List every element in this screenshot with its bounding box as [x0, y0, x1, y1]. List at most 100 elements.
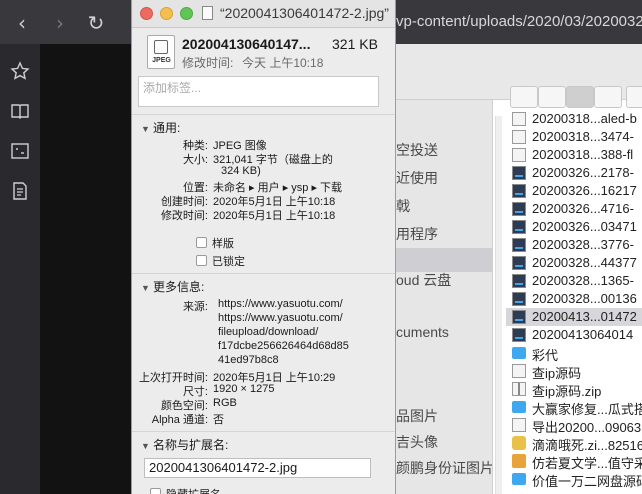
disclosure-triangle-icon[interactable]: ▼ [141, 283, 153, 293]
icon-view-button[interactable] [510, 86, 538, 108]
view-mode-control[interactable] [510, 86, 642, 108]
document-file-icon [512, 148, 526, 162]
file-row[interactable]: 20200326...03471 [506, 218, 642, 236]
folder-icon [512, 347, 526, 359]
file-row[interactable]: 大赢家修复...瓜式搭 [506, 398, 642, 417]
general-row-label-wrap: 创建时间: [132, 193, 208, 208]
jpeg-file-icon: JPEG [147, 35, 175, 69]
scrollbar-thumb[interactable] [495, 116, 502, 494]
sidebar-item-label[interactable]: 颜鹏身份证图片 [396, 458, 494, 478]
hide-extension-checkbox[interactable] [150, 488, 161, 494]
file-row[interactable]: 滴滴哦死.zi...82516 [506, 434, 642, 453]
locked-checkbox[interactable] [196, 255, 207, 266]
file-row[interactable]: 查ip源码 [506, 362, 642, 381]
scrollbar[interactable] [494, 116, 504, 494]
general-row-label-wrap [132, 165, 208, 179]
sidebar-item-label[interactable]: 近使用 [396, 168, 438, 188]
source-url-line[interactable]: fileupload/download/ [218, 326, 318, 338]
column-divider[interactable] [492, 100, 493, 494]
source-url-line[interactable]: 41ed97b8c8 [218, 354, 279, 366]
more-row-label: Alpha 通道: [151, 414, 208, 426]
name-ext-section-header[interactable]: ▼ 名称与扩展名: [141, 436, 228, 453]
image-file-icon [512, 256, 526, 270]
locked-label: 已锁定 [212, 256, 245, 268]
general-row-label-wrap: 大小: [132, 151, 208, 166]
archive-file-icon [512, 436, 526, 450]
source-url-line[interactable]: https://www.yasuotu.com/ [218, 312, 343, 324]
file-row[interactable]: 20200328...3776- [506, 236, 642, 254]
close-button[interactable] [140, 7, 153, 20]
section-divider [132, 431, 395, 432]
file-row[interactable]: 20200328...1365- [506, 272, 642, 290]
file-name: 20200318...aled-b [532, 111, 637, 126]
sidebar-item-label[interactable]: cuments [396, 324, 449, 340]
file-name: 20200326...03471 [532, 219, 637, 234]
file-row[interactable]: 20200326...2178- [506, 164, 642, 182]
notes-icon[interactable] [10, 181, 30, 201]
document-file-icon [512, 112, 526, 126]
browser-content [40, 44, 140, 494]
sidebar-item-label[interactable]: 吉头像 [396, 432, 438, 452]
filename-field[interactable]: 2020041306401472-2.jpg [144, 458, 371, 478]
source-label-wrap: 来源: [132, 298, 208, 313]
header-modified-label: 修改时间: [182, 56, 234, 70]
image-file-icon [512, 292, 526, 306]
sidebar-item-label[interactable]: 戟 [396, 196, 410, 216]
file-row[interactable]: 20200318...3474- [506, 128, 642, 146]
file-row[interactable]: 20200413064014 [506, 326, 642, 344]
window-title: “2020041306401472-2.jpg” [220, 5, 389, 21]
url-text[interactable]: vp-content/uploads/2020/03/2020032 [396, 13, 642, 30]
file-row[interactable]: 20200326...16217 [506, 182, 642, 200]
file-row[interactable]: 20200326...4716- [506, 200, 642, 218]
zoom-button[interactable] [180, 7, 193, 20]
file-row-selected[interactable]: 20200413...01472 [506, 308, 642, 326]
file-row[interactable]: 20200328...00136 [506, 290, 642, 308]
file-icon-tag: JPEG [152, 57, 171, 64]
minimize-button[interactable] [160, 7, 173, 20]
more-info-section-header[interactable]: ▼ 更多信息: [141, 278, 204, 295]
file-row[interactable]: 价值一万二网盘源码 [506, 470, 642, 489]
screenshot-icon[interactable] [10, 141, 30, 161]
file-row[interactable]: 仿若夏文学...值守采 [506, 452, 642, 471]
back-icon[interactable]: ‹ [9, 10, 35, 36]
section-divider [132, 114, 395, 115]
file-row[interactable]: 查ip源码.zip [506, 380, 642, 399]
general-section-header[interactable]: ▼ 通用: [141, 119, 180, 136]
document-file-icon [512, 418, 526, 432]
group-button[interactable] [626, 86, 642, 108]
file-row[interactable]: 彩代 [506, 344, 642, 363]
general-row-label-wrap: 位置: [132, 179, 208, 194]
sidebar-item-label[interactable]: 品图片 [396, 406, 438, 426]
reload-icon[interactable]: ↻ [83, 10, 109, 36]
file-row[interactable]: 导出20200...09063 [506, 416, 642, 435]
title-bar[interactable]: “2020041306401472-2.jpg” [132, 0, 395, 28]
file-row[interactable]: 20200318...388-fl [506, 146, 642, 164]
file-row[interactable]: 20200328...44377 [506, 254, 642, 272]
file-name: 20200326...2178- [532, 165, 634, 180]
sidebar-item-label[interactable]: 用程序 [396, 224, 438, 244]
stationery-checkbox[interactable] [196, 237, 207, 248]
star-icon[interactable] [10, 61, 30, 81]
more-row-label-wrap: 颜色空间: [132, 397, 208, 412]
list-view-button[interactable] [538, 86, 566, 108]
sidebar-item-label[interactable]: 空投送 [396, 140, 438, 160]
finder-window: 空投送近使用戟用程序 oud 云盘 cuments 品图片吉头像颜鹏身份证图片 202… [396, 44, 642, 494]
file-name: 20200413064014 [532, 327, 634, 342]
file-name: 价值一万二网盘源码 [532, 474, 642, 489]
source-url-line[interactable]: f17dcbe256626464d68d85 [218, 340, 349, 352]
file-row[interactable]: 20200318...aled-b [506, 110, 642, 128]
column-view-button[interactable] [566, 86, 594, 108]
image-file-icon [512, 202, 526, 216]
general-row-label-wrap: 种类: [132, 137, 208, 152]
source-url-line[interactable]: https://www.yasuotu.com/ [218, 298, 343, 310]
book-icon[interactable] [10, 101, 30, 121]
sidebar-item-label[interactable]: oud 云盘 [396, 270, 451, 290]
general-row-value: 2020年5月1日 上午10:18 [213, 210, 336, 222]
tags-input[interactable]: 添加标签... [138, 76, 379, 107]
forward-icon[interactable]: › [47, 10, 73, 36]
disclosure-triangle-icon[interactable]: ▼ [141, 124, 153, 134]
gallery-view-button[interactable] [594, 86, 622, 108]
file-name: 20200328...00136 [532, 291, 637, 306]
image-file-icon [512, 238, 526, 252]
disclosure-triangle-icon[interactable]: ▼ [141, 441, 153, 451]
